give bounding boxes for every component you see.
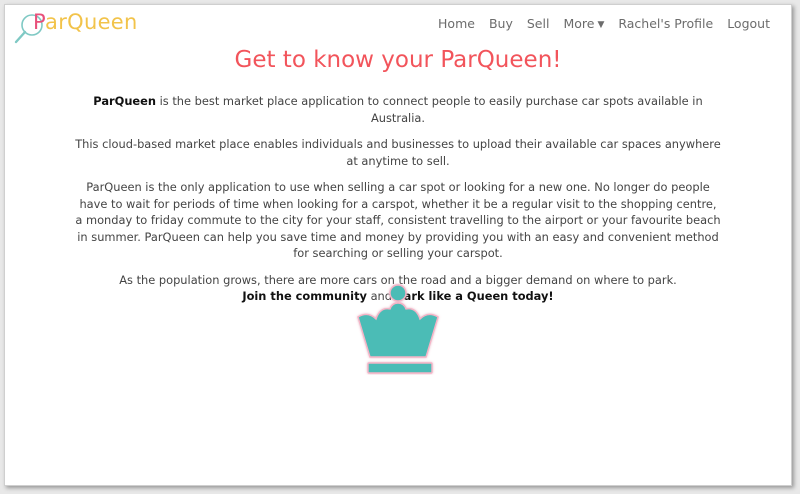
logo-text: ParQueen <box>33 10 138 34</box>
nav-home[interactable]: Home <box>431 16 482 31</box>
nav-buy[interactable]: Buy <box>482 16 520 31</box>
logo-first-letter: P <box>33 10 46 34</box>
nav-more-dropdown[interactable]: More ▼ <box>556 16 611 31</box>
nav-profile[interactable]: Rachel's Profile <box>611 16 720 31</box>
nav-logout[interactable]: Logout <box>720 16 777 31</box>
intro-paragraph-2: This cloud-based market place enables in… <box>75 137 721 168</box>
nav-more-label: More <box>563 16 595 31</box>
nav-sell[interactable]: Sell <box>520 16 557 31</box>
intro-paragraph-1: ParQueen is the best market place applic… <box>75 93 721 126</box>
logo-rest: arQueen <box>45 10 138 34</box>
app-window: ParQueen Home Buy Sell More ▼ Rachel's Pr… <box>4 4 792 486</box>
nav-links: Home Buy Sell More ▼ Rachel's Profile Log… <box>431 16 777 31</box>
intro-paragraph-1-text: is the best market place application to … <box>156 94 703 125</box>
brand-name: ParQueen <box>93 94 156 108</box>
intro-content: ParQueen is the best market place applic… <box>75 93 721 315</box>
intro-paragraph-3: ParQueen is the only application to use … <box>75 180 721 260</box>
caret-down-icon: ▼ <box>597 20 605 30</box>
logo[interactable]: ParQueen <box>13 7 137 45</box>
page-title: Get to know your ParQueen! <box>234 47 562 73</box>
crown-icon <box>357 284 439 374</box>
navbar: ParQueen Home Buy Sell More ▼ Rachel's Pr… <box>5 5 791 45</box>
